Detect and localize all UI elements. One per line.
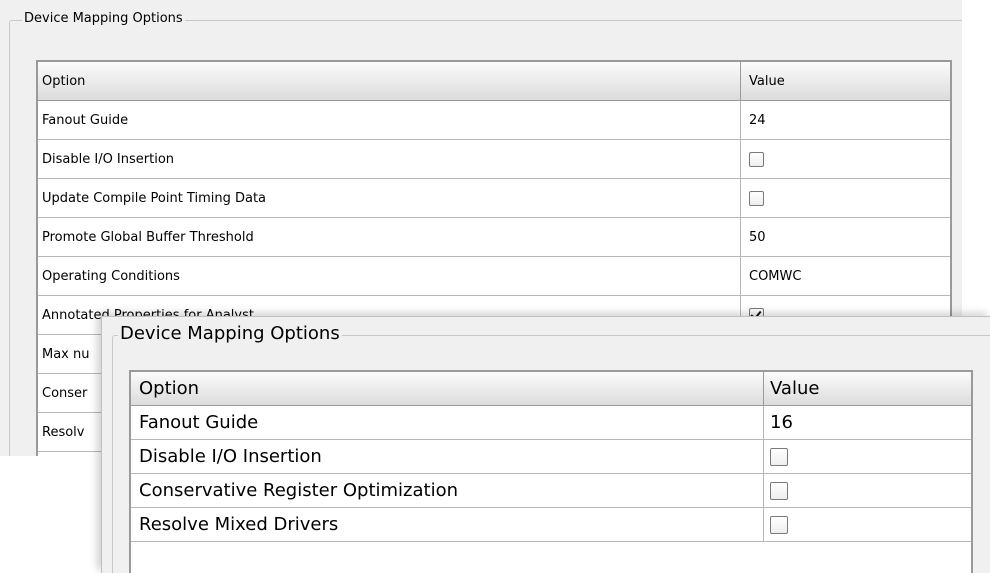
checkbox-unchecked[interactable] (770, 515, 788, 534)
option-row-operating-conditions[interactable]: Operating Conditions COMWC (38, 257, 950, 296)
option-row-update-compile-point-timing-data[interactable]: Update Compile Point Timing Data (38, 179, 950, 218)
options-table: Option Value Fanout Guide 16 Disable I/O I… (129, 370, 973, 573)
option-label: Conservative Register Optimization (131, 474, 764, 507)
group-box-title: Device Mapping Options (118, 323, 342, 344)
option-value-cell (741, 140, 950, 178)
checkbox-unchecked[interactable] (749, 151, 764, 167)
option-row-promote-global-buffer-threshold[interactable]: Promote Global Buffer Threshold 50 (38, 218, 950, 257)
option-value-field[interactable]: COMWC (741, 257, 950, 295)
group-box-title: Device Mapping Options (22, 11, 185, 26)
option-label: Disable I/O Insertion (38, 140, 741, 178)
option-label: Update Compile Point Timing Data (38, 179, 741, 217)
option-value-field[interactable]: 16 (764, 406, 971, 439)
checkbox-unchecked[interactable] (770, 481, 788, 500)
option-label: Operating Conditions (38, 257, 741, 295)
option-label: Fanout Guide (131, 406, 764, 439)
device-mapping-options-panel-front: Device Mapping Options Option Value Fano… (101, 316, 990, 573)
option-value-cell (741, 179, 950, 217)
column-header-value[interactable]: Value (741, 62, 950, 100)
option-value-field[interactable]: 24 (741, 101, 950, 139)
option-value-field[interactable]: 50 (741, 218, 950, 256)
option-value-cell (764, 508, 971, 541)
table-header-row: Option Value (38, 62, 950, 101)
option-row-fanout-guide[interactable]: Fanout Guide 16 (131, 406, 971, 440)
option-label: Fanout Guide (38, 101, 741, 139)
option-row-conservative-register-optimization[interactable]: Conservative Register Optimization (131, 474, 971, 508)
option-value-cell (764, 440, 971, 473)
column-header-value[interactable]: Value (764, 372, 971, 405)
option-row-fanout-guide[interactable]: Fanout Guide 24 (38, 101, 950, 140)
column-header-option[interactable]: Option (131, 372, 764, 405)
checkbox-unchecked[interactable] (770, 447, 788, 466)
checkbox-unchecked[interactable] (749, 190, 764, 206)
option-row-disable-i-o-insertion[interactable]: Disable I/O Insertion (131, 440, 971, 474)
table-header-row: Option Value (131, 372, 971, 406)
option-label: Resolve Mixed Drivers (131, 508, 764, 541)
option-row-disable-i-o-insertion[interactable]: Disable I/O Insertion (38, 140, 950, 179)
option-value-cell (764, 474, 971, 507)
column-header-option[interactable]: Option (38, 62, 741, 100)
option-row-resolve-mixed-drivers[interactable]: Resolve Mixed Drivers (131, 508, 971, 542)
option-label: Promote Global Buffer Threshold (38, 218, 741, 256)
option-label: Disable I/O Insertion (131, 440, 764, 473)
